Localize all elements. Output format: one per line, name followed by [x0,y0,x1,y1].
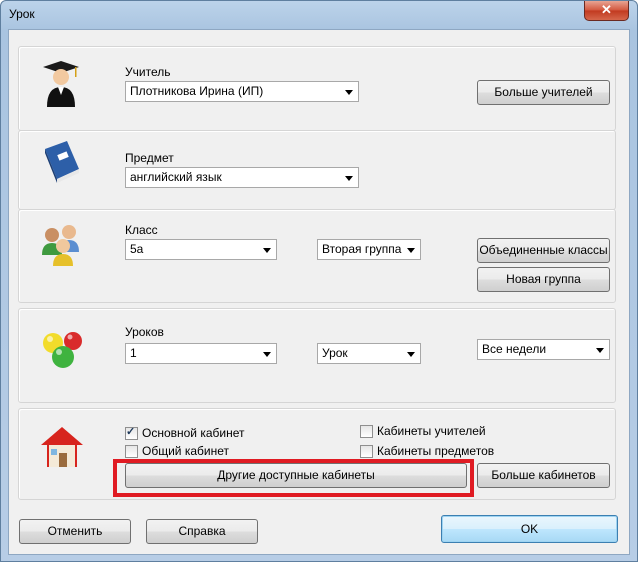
checkbox-box: ✓ [125,425,138,440]
cancel-button[interactable]: Отменить [19,519,131,544]
group-select[interactable]: Вторая группа [317,239,421,260]
chevron-down-icon [407,352,415,357]
help-button[interactable]: Справка [146,519,258,544]
lessons-count-select[interactable]: 1 [125,343,277,364]
house-icon [41,427,83,467]
check-icon: ✓ [126,425,136,438]
lessons-label: Уроков [125,325,164,339]
class-label: Класс [125,223,158,237]
lesson-type-select[interactable]: Урок [317,343,421,364]
checkbox-box [360,444,373,458]
checkbox-box [125,444,138,458]
dialog-window: Урок ✕ Учитель Плотникова Ирина (ИП) Бол… [0,0,638,562]
teacher-select[interactable]: Плотникова Ирина (ИП) [125,81,359,102]
main-room-label: Основной кабинет [142,426,245,440]
main-room-checkbox[interactable]: ✓ Основной кабинет [125,426,245,440]
more-teachers-button[interactable]: Больше учителей [477,80,610,105]
class-select-value: 5а [130,242,144,256]
subject-label: Предмет [125,151,174,165]
subject-select[interactable]: английский язык [125,167,359,188]
highlight-annotation [113,459,474,497]
subject-rooms-label: Кабинеты предметов [377,444,495,458]
chevron-down-icon [263,352,271,357]
chevron-down-icon [345,90,353,95]
chevron-down-icon [345,176,353,181]
chevron-down-icon [407,248,415,253]
teacher-graduate-icon [43,61,79,107]
more-rooms-button[interactable]: Больше кабинетов [477,463,610,488]
lessons-group: Уроков 1 Урок Все недели [18,308,616,403]
colored-balls-icon [43,332,82,368]
group-select-value: Вторая группа [322,242,402,256]
chevron-down-icon [263,248,271,253]
merged-classes-button[interactable]: Объединенные классы [477,238,610,263]
book-icon [45,141,79,183]
shared-room-label: Общий кабинет [142,444,229,458]
checkbox-box [360,424,373,438]
subject-group: Предмет английский язык [18,130,616,210]
teacher-select-value: Плотникова Ирина (ИП) [130,84,264,98]
class-select[interactable]: 5а [125,239,277,260]
ok-button[interactable]: OK [441,515,618,543]
new-group-button[interactable]: Новая группа [477,267,610,292]
chevron-down-icon [596,348,604,353]
weeks-select[interactable]: Все недели [477,339,610,360]
weeks-select-value: Все недели [482,342,547,356]
lessons-count-value: 1 [130,346,137,360]
window-title: Урок [9,7,35,21]
class-group: Класс 5а Вторая группа Объединенные клас… [18,209,616,303]
teacher-rooms-label: Кабинеты учителей [377,424,486,438]
subject-rooms-checkbox[interactable]: Кабинеты предметов [360,444,494,458]
teacher-group: Учитель Плотникова Ирина (ИП) Больше учи… [18,46,616,131]
subject-select-value: английский язык [130,170,222,184]
teacher-label: Учитель [125,65,171,79]
shared-room-checkbox[interactable]: Общий кабинет [125,444,229,458]
teacher-rooms-checkbox[interactable]: Кабинеты учителей [360,424,486,438]
lesson-type-value: Урок [322,346,348,360]
students-group-icon [42,225,79,266]
close-button[interactable]: ✕ [584,1,629,21]
